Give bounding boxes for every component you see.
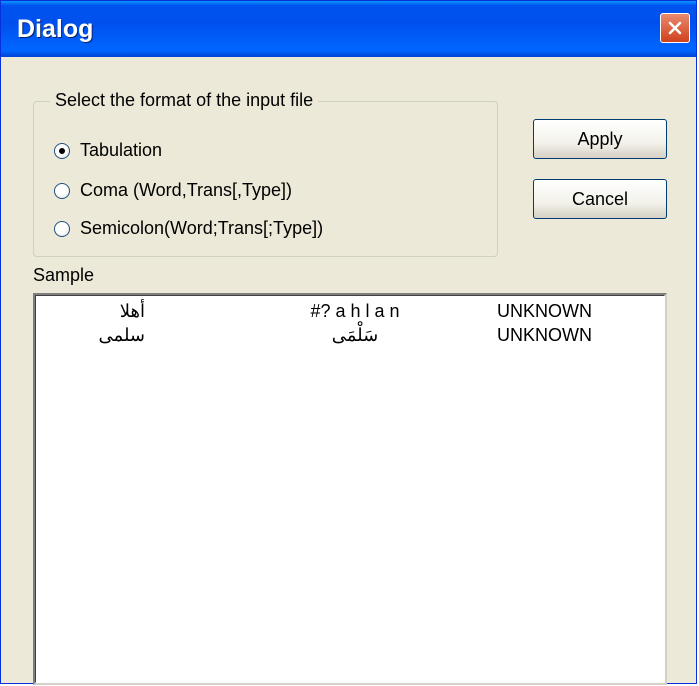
- radio-button-selected[interactable]: [54, 142, 70, 159]
- sample-row-2-word: سلمى: [98, 325, 145, 345]
- radio-button[interactable]: [54, 182, 70, 199]
- radio-tabulation-label[interactable]: Tabulation: [80, 140, 162, 161]
- sample-row-1-type: UNKNOWN: [497, 301, 592, 321]
- sample-label: Sample: [33, 265, 95, 285]
- radio-semicolon-label[interactable]: Semicolon(Word;Trans[;Type]): [80, 218, 323, 239]
- format-group-label: Select the format of the input file: [50, 90, 319, 111]
- close-icon: [668, 21, 682, 35]
- radio-coma[interactable]: Coma (Word,Trans[,Type]): [54, 180, 292, 201]
- sample-row-1-trans: #? a h l a n: [310, 301, 400, 321]
- apply-button[interactable]: Apply: [533, 119, 667, 159]
- cancel-button[interactable]: Cancel: [533, 179, 667, 219]
- sample-row-2-type: UNKNOWN: [497, 325, 592, 345]
- radio-coma-label[interactable]: Coma (Word,Trans[,Type]): [80, 180, 292, 201]
- title-bar[interactable]: Dialog: [1, 1, 696, 57]
- sample-row-1-word: أهلا: [119, 301, 145, 321]
- sample-listbox[interactable]: أهلا #? a h l a n UNKNOWN سلمى سَلْمَى U…: [33, 293, 667, 685]
- radio-semicolon[interactable]: Semicolon(Word;Trans[;Type]): [54, 218, 323, 239]
- window-title: Dialog: [17, 15, 94, 43]
- radio-button[interactable]: [54, 220, 70, 237]
- dialog-client-area: Select the format of the input file Tabu…: [1, 57, 696, 685]
- radio-tabulation[interactable]: Tabulation: [54, 140, 162, 161]
- close-button[interactable]: [660, 13, 690, 43]
- sample-row-2-trans: سَلْمَى: [331, 325, 379, 345]
- format-groupbox: Select the format of the input file Tabu…: [33, 90, 498, 257]
- dialog-window: Dialog Select the format of the input fi…: [0, 0, 697, 685]
